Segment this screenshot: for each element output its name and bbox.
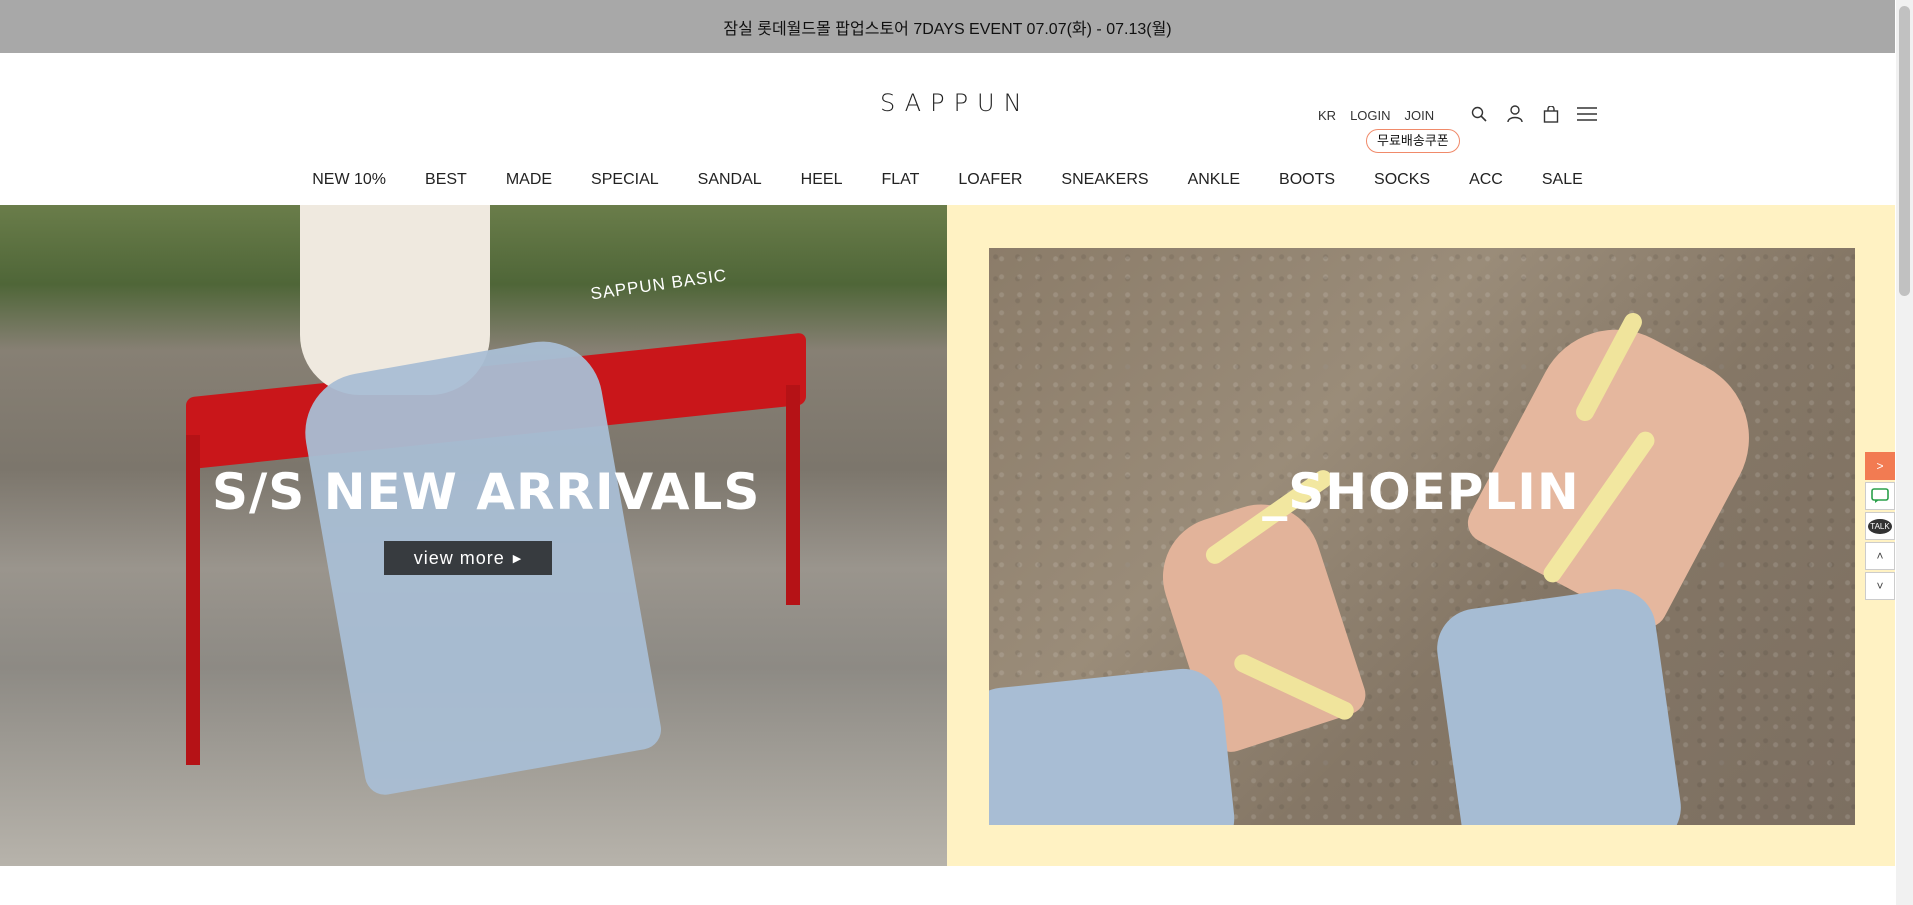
chat-icon[interactable] <box>1865 482 1895 510</box>
hero-right-banner[interactable]: _SHOEPLIN <box>947 205 1895 866</box>
nav-item-special[interactable]: SPECIAL <box>591 171 659 189</box>
nav-item-boots[interactable]: BOOTS <box>1279 171 1335 189</box>
bench-leg <box>186 435 200 765</box>
view-more-label: view more <box>413 547 505 568</box>
side-next-tab[interactable]: > <box>1865 452 1895 480</box>
view-more-button[interactable]: view more ▶ <box>384 541 552 575</box>
jeans-shape <box>989 664 1239 825</box>
main-nav: NEW 10% BEST MADE SPECIAL SANDAL HEEL FL… <box>0 171 1895 189</box>
jeans-shape <box>1431 583 1687 825</box>
play-arrow-icon: ▶ <box>512 552 523 565</box>
header-icons <box>1468 103 1598 125</box>
menu-icon[interactable] <box>1576 103 1598 125</box>
hero-left-banner[interactable]: SAPPUN BASIC S/S NEW ARRIVALS view more … <box>0 205 947 866</box>
kakao-talk-icon[interactable]: TALK <box>1865 512 1895 540</box>
language-link[interactable]: KR <box>1318 108 1336 123</box>
join-link[interactable]: JOIN <box>1405 108 1435 123</box>
sandal-photo <box>989 248 1855 825</box>
nav-item-sale[interactable]: SALE <box>1542 171 1583 189</box>
top-notice-text[interactable]: 잠실 롯데월드몰 팝업스토어 7DAYS EVENT 07.07(화) - 07… <box>723 15 1171 39</box>
login-link[interactable]: LOGIN <box>1350 108 1390 123</box>
free-shipping-coupon-button[interactable]: 무료배송쿠폰 <box>1366 129 1460 153</box>
search-icon[interactable] <box>1468 103 1490 125</box>
floating-side-tabs: > TALK ˄ ˅ <box>1865 452 1895 600</box>
nav-item-socks[interactable]: SOCKS <box>1374 171 1430 189</box>
nav-item-heel[interactable]: HEEL <box>801 171 843 189</box>
util-links: KR LOGIN JOIN <box>1318 108 1434 123</box>
nav-item-ankle[interactable]: ANKLE <box>1188 171 1240 189</box>
scroll-up-button[interactable]: ˄ <box>1865 542 1895 570</box>
kakao-talk-label: TALK <box>1868 518 1892 534</box>
nav-item-best[interactable]: BEST <box>425 171 467 189</box>
site-logo[interactable]: SAPPUN <box>880 89 1031 117</box>
nav-item-flat[interactable]: FLAT <box>881 171 919 189</box>
nav-item-new[interactable]: NEW 10% <box>312 171 386 189</box>
brand-tag: SAPPUN BASIC <box>589 265 729 304</box>
hero-right-title: _SHOEPLIN <box>1262 463 1580 521</box>
bench-leg <box>786 385 800 605</box>
site-header: SAPPUN KR LOGIN JOIN 무료배송쿠폰 NEW 10% BEST… <box>0 53 1895 205</box>
scrollbar-thumb[interactable] <box>1899 6 1910 296</box>
user-icon[interactable] <box>1504 103 1526 125</box>
nav-item-sandal[interactable]: SANDAL <box>698 171 762 189</box>
nav-item-sneakers[interactable]: SNEAKERS <box>1061 171 1148 189</box>
cart-icon[interactable] <box>1540 103 1562 125</box>
nav-item-made[interactable]: MADE <box>506 171 552 189</box>
hero-banner: SAPPUN BASIC S/S NEW ARRIVALS view more … <box>0 205 1895 866</box>
nav-item-loafer[interactable]: LOAFER <box>958 171 1022 189</box>
nav-item-acc[interactable]: ACC <box>1469 171 1503 189</box>
scroll-down-button[interactable]: ˅ <box>1865 572 1895 600</box>
top-notice-bar[interactable]: 잠실 롯데월드몰 팝업스토어 7DAYS EVENT 07.07(화) - 07… <box>0 0 1895 53</box>
hero-left-title: S/S NEW ARRIVALS <box>212 463 761 521</box>
